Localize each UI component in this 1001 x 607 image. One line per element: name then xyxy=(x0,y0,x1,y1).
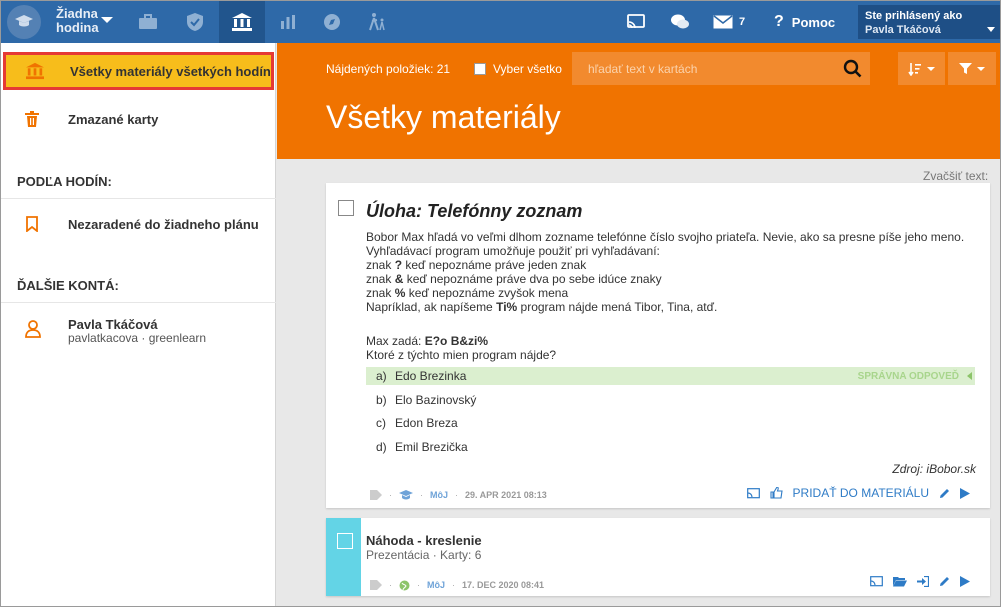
filter-icon xyxy=(959,63,972,74)
source-text: Zdroj: iBobor.sk xyxy=(892,462,976,476)
chevron-down-icon xyxy=(987,27,995,32)
sidebar: Všetky materiály všetkých hodín Zmazané … xyxy=(1,43,276,606)
folder-open-icon[interactable] xyxy=(893,576,907,587)
tag-icon[interactable] xyxy=(370,490,382,500)
institution-icon[interactable] xyxy=(219,1,265,43)
user-name: Pavla Tkáčová xyxy=(865,24,941,36)
messages-count: 7 xyxy=(739,16,746,28)
question-icon: ? xyxy=(774,13,784,30)
answer-option-d[interactable]: d) Emil Brezička xyxy=(366,438,975,456)
card-checkbox[interactable] xyxy=(337,533,353,549)
material-card[interactable]: Náhoda - kreslenie Prezentácia · Karty: … xyxy=(326,518,990,596)
pencil-icon[interactable] xyxy=(939,576,950,587)
lesson-selector[interactable]: Žiadna hodina xyxy=(56,7,99,35)
search-input[interactable] xyxy=(572,52,834,85)
institution-icon xyxy=(25,62,45,80)
compass-icon[interactable] xyxy=(309,1,355,43)
chat-icon[interactable] xyxy=(657,1,703,43)
rule-line: znak % keď nepoznáme zvyšok mena xyxy=(366,286,569,300)
sort-button[interactable] xyxy=(898,52,945,85)
card-subtitle: Prezentácia · Karty: 6 xyxy=(366,548,482,562)
card-title[interactable]: Náhoda - kreslenie xyxy=(366,533,482,548)
add-to-material-button[interactable]: PRIDAŤ DO MATERIÁLU xyxy=(793,486,929,500)
chevron-down-icon xyxy=(927,66,935,71)
sort-icon xyxy=(908,62,921,76)
answer-option-a[interactable]: a) Edo Brezinka SPRÁVNA ODPOVEĎ xyxy=(366,367,975,385)
correct-answer-label: SPRÁVNA ODPOVEĎ xyxy=(857,370,959,382)
sidebar-item-deleted-cards[interactable]: Zmazané karty xyxy=(1,107,276,131)
globe-icon xyxy=(399,580,410,590)
card-actions xyxy=(870,576,970,587)
help-button[interactable]: ? Pomoc xyxy=(774,1,835,43)
search-box xyxy=(572,52,870,85)
sign-in-icon[interactable] xyxy=(917,576,929,587)
materials-header: Nájdených položiek: 21 Vyber všetko Všet… xyxy=(277,43,1000,159)
section-heading-by-lessons: PODĽA HODÍN: xyxy=(17,174,112,189)
cast-icon[interactable] xyxy=(746,487,760,499)
select-all-checkbox[interactable] xyxy=(474,63,486,75)
child-walking-icon[interactable] xyxy=(354,1,400,43)
card-question: Max zadá: E?o B&zi% Ktoré z týchto mien … xyxy=(366,334,557,362)
caret-left-icon xyxy=(967,372,972,380)
cast-icon[interactable] xyxy=(613,1,659,43)
sidebar-item-all-materials[interactable]: Všetky materiály všetkých hodín xyxy=(3,52,274,90)
answer-option-b[interactable]: b) Elo Bazinovský xyxy=(366,391,975,409)
card-title[interactable]: Úloha: Telefónny zoznam xyxy=(366,201,582,222)
graduation-cap-icon xyxy=(399,489,413,499)
section-heading-other-accounts: ĎALŠIE KONTÁ: xyxy=(17,278,119,293)
divider xyxy=(1,302,276,303)
card-meta: · · MôJ · 17. DEC 2020 08:41 xyxy=(370,578,544,592)
search-icon[interactable] xyxy=(843,59,862,78)
card-date: 17. DEC 2020 08:41 xyxy=(462,580,545,590)
filter-button[interactable] xyxy=(948,52,996,85)
sidebar-item-account[interactable]: Pavla Tkáčová pavlatkacova · greenlearn xyxy=(1,316,276,348)
zoom-text-control[interactable]: Zvačšiť text: xyxy=(923,169,988,183)
card-date: 29. APR 2021 08:13 xyxy=(465,490,547,500)
thumbs-up-icon[interactable] xyxy=(769,487,783,499)
briefcase-icon[interactable] xyxy=(125,1,171,43)
rule-line: znak & keď nepoznáme práve dva po sebe i… xyxy=(366,272,662,286)
cast-icon[interactable] xyxy=(870,576,883,587)
page-title: Všetky materiály xyxy=(326,99,561,135)
card-body: Bobor Max hľadá vo veľmi dlhom zozname t… xyxy=(366,230,965,314)
user-account-menu[interactable]: Ste prihlásený ako Pavla Tkáčová xyxy=(858,5,1000,39)
answer-option-c[interactable]: c) Edon Breza xyxy=(366,414,975,432)
bookmark-icon xyxy=(26,216,38,232)
card-checkbox[interactable] xyxy=(338,200,354,216)
shield-check-icon[interactable] xyxy=(172,1,218,43)
bar-chart-icon[interactable] xyxy=(265,1,311,43)
owner-label: MôJ xyxy=(430,490,448,500)
chevron-down-icon xyxy=(977,66,985,71)
chevron-down-icon[interactable] xyxy=(101,17,113,23)
found-count: Nájdených položiek: 21 xyxy=(326,62,451,76)
card-meta: · · MôJ · 29. APR 2021 08:13 xyxy=(370,488,547,502)
rule-line: znak ? keď nepoznáme práve jeden znak xyxy=(366,258,587,272)
sidebar-item-unassigned[interactable]: Nezaradené do žiadneho plánu xyxy=(1,212,276,236)
play-icon[interactable] xyxy=(960,487,970,499)
top-navigation-bar: Žiadna hodina 7 ? Pomoc Ste prihlásený a… xyxy=(1,1,1000,43)
envelope-icon xyxy=(713,15,733,29)
card-color-strip xyxy=(326,518,361,596)
user-icon xyxy=(25,320,41,338)
select-all-label[interactable]: Vyber všetko xyxy=(493,62,562,76)
card-actions: PRIDAŤ DO MATERIÁLU xyxy=(746,486,970,500)
tag-icon[interactable] xyxy=(370,580,382,590)
messages-button[interactable]: 7 xyxy=(713,1,745,43)
divider xyxy=(1,198,276,199)
play-icon[interactable] xyxy=(960,576,970,587)
pencil-icon[interactable] xyxy=(939,488,950,499)
trash-icon xyxy=(25,111,39,127)
material-card[interactable]: Úloha: Telefónny zoznam Bobor Max hľadá … xyxy=(326,183,990,508)
graduation-cap-icon[interactable] xyxy=(7,5,41,39)
owner-label: MôJ xyxy=(427,580,445,590)
